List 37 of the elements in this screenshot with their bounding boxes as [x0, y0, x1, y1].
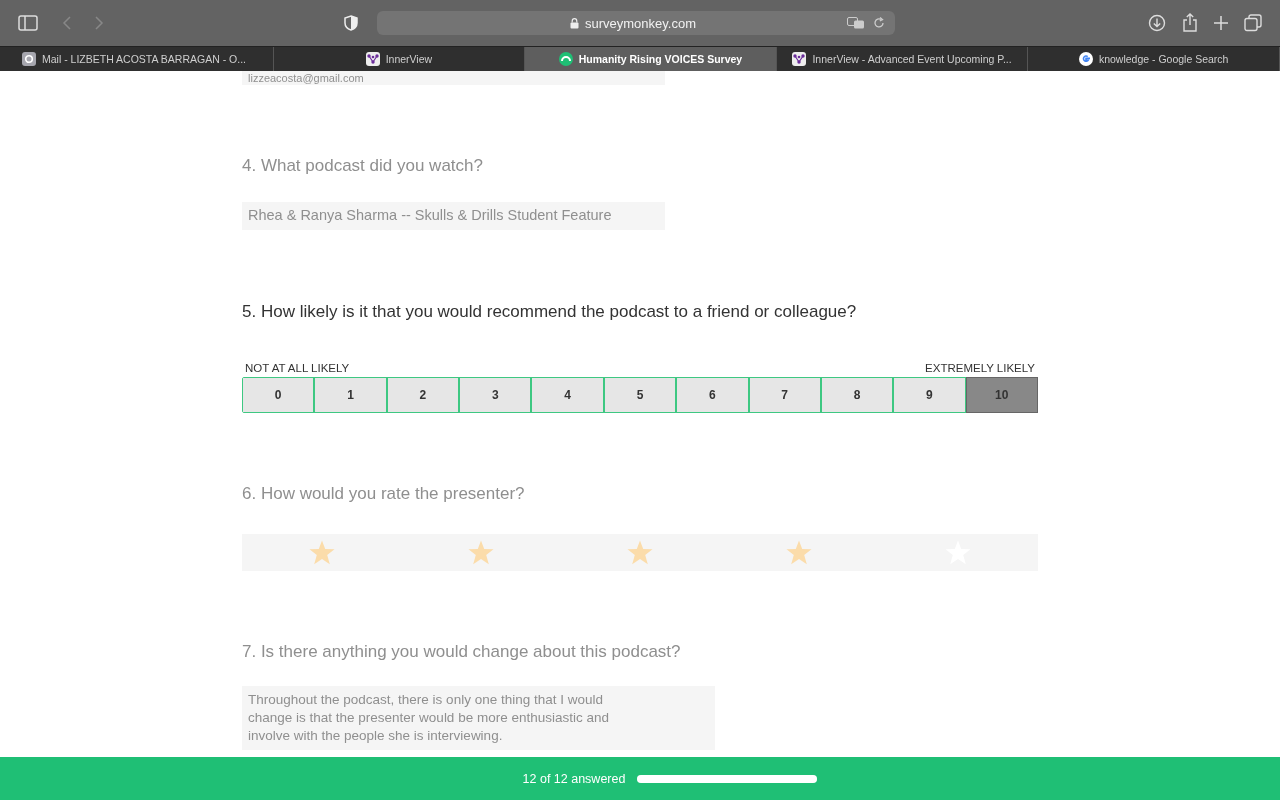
progress-text: 12 of 12 answered [522, 771, 626, 786]
question-title: 4. What podcast did you watch? [242, 156, 484, 176]
star-icon[interactable] [626, 540, 653, 565]
reload-icon[interactable] [873, 17, 885, 29]
rating-option[interactable]: 3 [460, 378, 533, 412]
star-icon[interactable] [786, 540, 813, 565]
question-title: 5. How likely is it that you would recommend the podcast to a friend or colleague? [242, 302, 858, 322]
rating-option[interactable]: 6 [677, 378, 750, 412]
rating-option[interactable]: 2 [387, 378, 461, 412]
star-icon[interactable] [467, 540, 494, 565]
tab-overview-icon[interactable] [1244, 14, 1262, 32]
scale-low-label: NOT AT ALL LIKELY [245, 362, 350, 374]
rating-option[interactable]: 7 [749, 378, 822, 412]
download-icon[interactable] [1148, 14, 1166, 32]
sidebar-icon[interactable] [18, 15, 38, 31]
rating-option[interactable]: 4 [532, 378, 605, 412]
new-tab-icon[interactable] [1214, 16, 1228, 30]
browser-tab[interactable]: InnerView - Advanced Event Upcoming P... [776, 47, 1029, 71]
browser-tab[interactable]: Humanity Rising VOICES Survey [525, 47, 777, 71]
share-icon[interactable] [1182, 13, 1198, 33]
forward-icon[interactable] [94, 15, 104, 31]
rating-option[interactable]: 1 [315, 378, 388, 412]
rating-option[interactable]: 9 [894, 378, 967, 412]
scale-high-label: EXTREMELY LIKELY [925, 362, 1035, 374]
rating-option[interactable]: 5 [604, 378, 678, 412]
rating-option[interactable]: 0 [243, 378, 316, 412]
address-bar[interactable]: surveymonkey.com [377, 11, 895, 35]
rating-option[interactable]: 8 [821, 378, 895, 412]
rating-option[interactable]: 10 [966, 378, 1037, 412]
address-text: surveymonkey.com [585, 15, 696, 31]
shield-icon[interactable] [344, 15, 358, 31]
lock-icon [570, 17, 579, 29]
browser-tab[interactable]: knowledge - Google Search [1028, 47, 1280, 71]
question-title: 6. How would you rate the presenter? [242, 484, 526, 504]
question-title: 7. Is there anything you would change about this podcast? [242, 642, 682, 662]
star-icon[interactable] [308, 540, 335, 565]
back-icon[interactable] [62, 15, 72, 31]
